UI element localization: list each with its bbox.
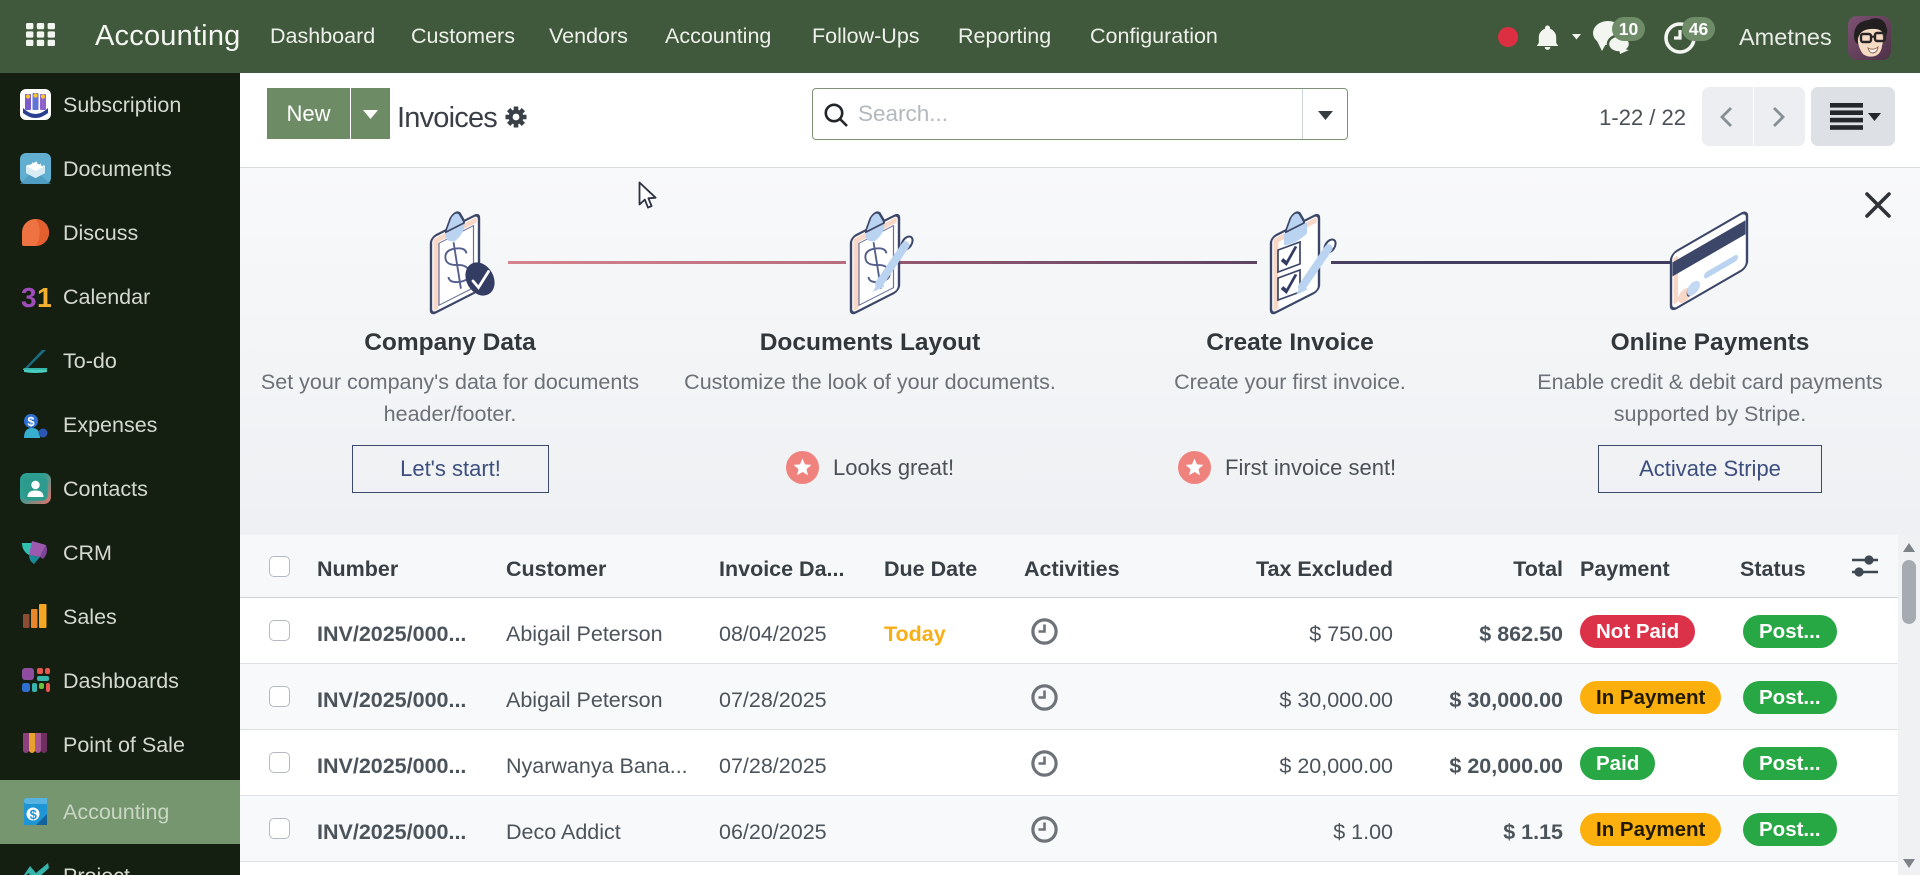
- svg-text:$: $: [30, 807, 38, 822]
- svg-text:3: 3: [21, 282, 37, 312]
- svg-text:$: $: [27, 414, 35, 429]
- svg-text:1: 1: [37, 282, 51, 312]
